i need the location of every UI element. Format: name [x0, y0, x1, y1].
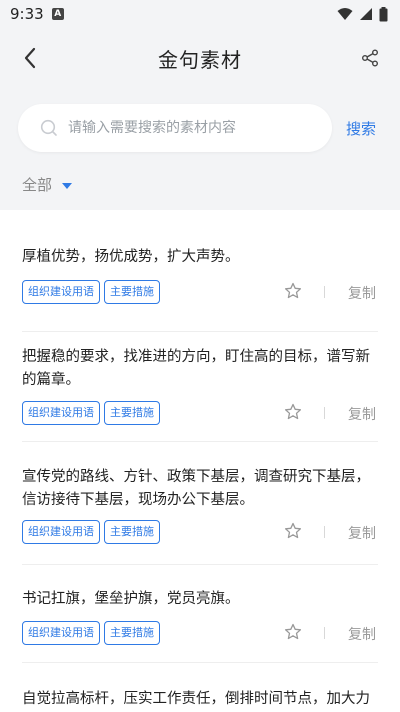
tag[interactable]: 主要措施 — [104, 401, 160, 425]
list-item: 厚植优势，扬优成势，扩大声势。 组织建设用语 主要措施 复制 — [22, 246, 378, 332]
page-title: 金句素材 — [158, 47, 242, 72]
item-footer: 组织建设用语 主要措施 复制 — [22, 520, 378, 544]
tag[interactable]: 组织建设用语 — [22, 401, 100, 425]
search-row: 搜索 — [0, 104, 400, 152]
quote-list: 厚植优势，扬优成势，扩大声势。 组织建设用语 主要措施 复制 把握稳的要求，找准… — [0, 210, 400, 712]
star-icon[interactable] — [284, 403, 302, 421]
status-right — [337, 6, 388, 22]
item-footer: 组织建设用语 主要措施 复制 — [22, 280, 378, 304]
wifi-icon — [337, 8, 353, 20]
divider — [324, 407, 325, 419]
search-input[interactable] — [66, 119, 320, 137]
tag[interactable]: 组织建设用语 — [22, 621, 100, 645]
star-icon[interactable] — [284, 282, 302, 300]
quote-text: 把握稳的要求，找准进的方向，盯住高的目标，谱写新的篇章。 — [22, 349, 370, 388]
list-item: 自觉拉高标杆，压实工作责任，倒排时间节点，加大力 — [22, 688, 378, 712]
tag-group: 组织建设用语 主要措施 — [22, 520, 160, 544]
tag-group: 组织建设用语 主要措施 — [22, 280, 160, 304]
copy-button[interactable]: 复制 — [348, 283, 376, 303]
list-item: 把握稳的要求，找准进的方向，盯住高的目标，谱写新的篇章。 组织建设用语 主要措施… — [22, 346, 378, 442]
divider — [324, 526, 325, 538]
search-icon — [40, 119, 58, 137]
tag-group: 组织建设用语 主要措施 — [22, 401, 160, 425]
battery-icon — [379, 6, 388, 21]
notification-a-icon: A — [51, 8, 64, 20]
tag[interactable]: 组织建设用语 — [22, 520, 100, 544]
signal-icon — [360, 8, 372, 20]
share-button[interactable] — [354, 42, 386, 74]
filter-label: 全部 — [22, 176, 53, 194]
tag[interactable]: 主要措施 — [104, 621, 160, 645]
item-footer: 组织建设用语 主要措施 复制 — [22, 401, 378, 425]
share-icon — [362, 49, 378, 67]
back-button[interactable] — [14, 42, 46, 74]
status-bar: 9:33 A — [0, 0, 400, 28]
tag[interactable]: 组织建设用语 — [22, 280, 100, 304]
quote-text: 厚植优势，扬优成势，扩大声势。 — [22, 249, 240, 265]
quote-text: 宣传党的路线、方针、政策下基层，调查研究下基层，信访接待下基层，现场办公下基层。 — [22, 469, 370, 508]
list-item: 书记扛旗，堡垒护旗，党员亮旗。 组织建设用语 主要措施 复制 — [22, 588, 378, 663]
search-box[interactable] — [18, 104, 332, 152]
quote-text: 书记扛旗，堡垒护旗，党员亮旗。 — [22, 591, 240, 607]
header: 金句素材 — [0, 28, 400, 88]
tag[interactable]: 主要措施 — [104, 280, 160, 304]
caret-down-icon — [62, 182, 73, 189]
star-icon[interactable] — [284, 522, 302, 540]
filter-dropdown[interactable]: 全部 — [22, 174, 73, 195]
copy-button[interactable]: 复制 — [348, 624, 376, 644]
quote-text: 自觉拉高标杆，压实工作责任，倒排时间节点，加大力 — [22, 691, 370, 707]
copy-button[interactable]: 复制 — [348, 404, 376, 424]
list-item: 宣传党的路线、方针、政策下基层，调查研究下基层，信访接待下基层，现场办公下基层。… — [22, 466, 378, 565]
item-footer: 组织建设用语 主要措施 复制 — [22, 621, 378, 645]
status-time: 9:33 — [10, 5, 44, 23]
status-left: 9:33 A — [10, 5, 64, 23]
copy-button[interactable]: 复制 — [348, 523, 376, 543]
tag[interactable]: 主要措施 — [104, 520, 160, 544]
star-icon[interactable] — [284, 623, 302, 641]
search-button[interactable]: 搜索 — [346, 118, 376, 139]
divider — [324, 627, 325, 639]
chevron-left-icon — [24, 47, 36, 69]
tag-group: 组织建设用语 主要措施 — [22, 621, 160, 645]
divider — [324, 286, 325, 298]
